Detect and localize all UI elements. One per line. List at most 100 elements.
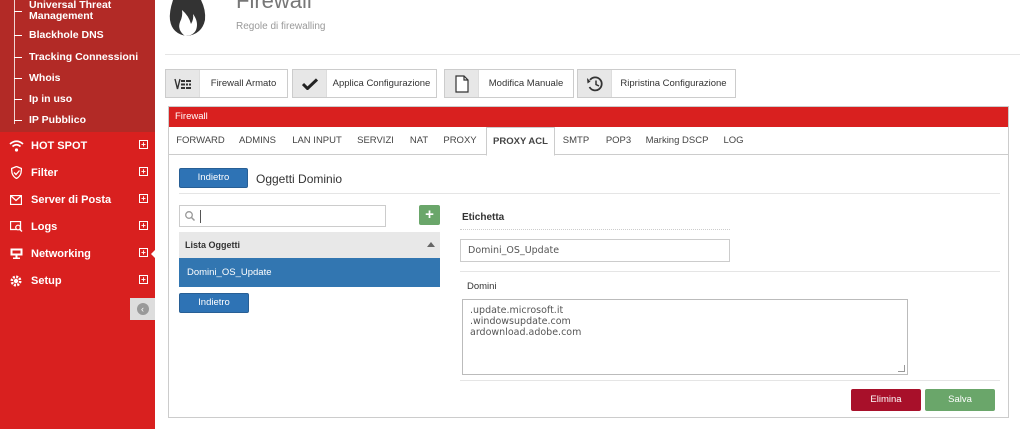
sidebar-collapse-button[interactable]: ‹ xyxy=(130,298,155,320)
save-button[interactable]: Salva xyxy=(925,389,995,411)
expand-icon[interactable]: + xyxy=(139,140,148,149)
wifi-icon xyxy=(8,139,24,153)
tab-smtp[interactable]: SMTP xyxy=(560,127,592,155)
sidebar-item-setup[interactable]: Setup + xyxy=(0,267,155,294)
chevron-left-icon: ‹ xyxy=(136,303,149,315)
mail-icon xyxy=(8,193,24,207)
domini-label: Domini xyxy=(467,281,497,292)
sidebar-item-server-di-posta[interactable]: Server di Posta + xyxy=(0,186,155,213)
section-divider xyxy=(179,193,1000,194)
form-divider xyxy=(460,380,1000,381)
sidebar-item-label: HOT SPOT xyxy=(31,139,88,152)
back-button[interactable]: Indietro xyxy=(179,168,248,188)
check-icon xyxy=(293,70,327,97)
expand-icon[interactable]: + xyxy=(139,194,148,203)
tree-dash-icon xyxy=(14,78,22,79)
domain-line: .windowsupdate.com xyxy=(470,316,571,327)
toolbar-button-label: Ripristina Configurazione xyxy=(620,78,727,89)
applica-configurazione-button[interactable]: Applica Configurazione xyxy=(292,69,437,98)
sidebar: Universal Threat Management Blackhole DN… xyxy=(0,0,156,429)
label-divider xyxy=(460,229,730,230)
toolbar-button-label: Firewall Armato xyxy=(210,78,277,89)
ripristina-configurazione-button[interactable]: Ripristina Configurazione xyxy=(577,69,736,98)
flame-icon xyxy=(165,0,210,40)
list-header-label: Lista Oggetti xyxy=(185,240,241,250)
sidebar-item-label: Filter xyxy=(31,166,58,179)
tree-dash-icon xyxy=(14,99,22,100)
tab-pop3[interactable]: POP3 xyxy=(602,127,635,155)
back-button-bottom[interactable]: Indietro xyxy=(179,293,249,313)
sidebar-item-hotspot[interactable]: HOT SPOT + xyxy=(0,132,155,159)
add-object-button[interactable]: + xyxy=(419,205,440,225)
sidebar-subitem-blackhole-dns[interactable]: Blackhole DNS xyxy=(0,25,155,46)
domain-line: ardownload.adobe.com xyxy=(470,327,582,338)
search-input[interactable] xyxy=(179,205,386,227)
tab-marking-dscp[interactable]: Marking DSCP xyxy=(643,127,711,155)
form-divider xyxy=(460,271,1000,272)
delete-button[interactable]: Elimina xyxy=(851,389,921,411)
tab-proxy-acl[interactable]: PROXY ACL xyxy=(486,127,555,156)
firewall-armed-icon xyxy=(166,70,200,97)
tab-nat[interactable]: NAT xyxy=(405,127,433,155)
tree-dash-icon xyxy=(14,35,22,36)
etichetta-label: Etichetta xyxy=(462,212,505,223)
tab-log[interactable]: LOG xyxy=(720,127,747,155)
domini-textarea[interactable]: .update.microsoft.it .windowsupdate.com … xyxy=(462,299,908,375)
shield-icon xyxy=(8,166,24,180)
sidebar-subitem-label: Blackhole DNS xyxy=(29,29,104,41)
resize-handle-icon[interactable] xyxy=(898,365,905,372)
tab-admins[interactable]: ADMINS xyxy=(235,127,280,155)
sidebar-subitem-tracking-connessioni[interactable]: Tracking Connessioni xyxy=(0,47,155,68)
sidebar-subitem-ip-pubblico[interactable]: IP Pubblico xyxy=(0,110,155,131)
page-title: Firewall xyxy=(236,0,312,13)
panel-title: Firewall xyxy=(169,107,1008,127)
sidebar-subitem-utm[interactable]: Universal Threat Management xyxy=(0,0,155,23)
sidebar-subnav: Universal Threat Management Blackhole DN… xyxy=(0,0,155,132)
tab-servizi[interactable]: SERVIZI xyxy=(353,127,398,155)
list-item[interactable]: Domini_OS_Update xyxy=(179,258,440,287)
list-header[interactable]: Lista Oggetti xyxy=(179,232,440,258)
tab-lan-input[interactable]: LAN INPUT xyxy=(288,127,346,155)
sidebar-subitem-label: Whois xyxy=(29,72,61,84)
sidebar-subitem-label: Universal Threat Management xyxy=(29,0,112,22)
firewall-panel: Firewall FORWARD ADMINS LAN INPUT SERVIZ… xyxy=(168,106,1009,418)
sidebar-subitem-label: Ip in uso xyxy=(29,93,73,105)
modifica-manuale-button[interactable]: Modifica Manuale xyxy=(444,69,574,98)
toolbar-button-label: Applica Configurazione xyxy=(332,78,431,89)
expand-icon[interactable]: + xyxy=(139,275,148,284)
sidebar-subitem-whois[interactable]: Whois xyxy=(0,68,155,89)
etichetta-field[interactable]: Domini_OS_Update xyxy=(460,239,730,262)
page-subtitle: Regole di firewalling xyxy=(236,21,326,32)
domain-line: .update.microsoft.it xyxy=(470,305,564,316)
tab-proxy[interactable]: PROXY xyxy=(440,127,480,155)
toolbar-button-label: Modifica Manuale xyxy=(488,78,564,89)
section-title: Oggetti Dominio xyxy=(256,172,343,186)
active-caret-icon xyxy=(151,249,156,259)
sidebar-item-logs[interactable]: Logs + xyxy=(0,213,155,240)
sidebar-subitem-label: IP Pubblico xyxy=(29,114,86,126)
sidebar-item-networking[interactable]: Networking + xyxy=(0,240,155,267)
tree-dash-icon xyxy=(14,120,22,121)
sidebar-item-label: Server di Posta xyxy=(31,193,112,206)
sidebar-subitem-ip-in-uso[interactable]: Ip in uso xyxy=(0,89,155,110)
tree-dash-icon xyxy=(14,10,22,12)
search-icon xyxy=(184,210,196,222)
header-divider xyxy=(165,54,1020,55)
restore-icon xyxy=(578,70,612,97)
network-icon xyxy=(8,247,24,261)
sort-up-icon[interactable] xyxy=(427,242,435,247)
expand-icon[interactable]: + xyxy=(139,221,148,230)
text-cursor xyxy=(200,210,201,223)
search-doc-icon xyxy=(8,220,24,234)
sidebar-subitem-label: Tracking Connessioni xyxy=(29,51,139,63)
firewall-armato-button[interactable]: Firewall Armato xyxy=(165,69,288,98)
tab-forward[interactable]: FORWARD xyxy=(173,127,228,155)
expand-icon[interactable]: + xyxy=(139,167,148,176)
expand-icon[interactable]: + xyxy=(139,248,148,257)
sidebar-item-label: Networking xyxy=(31,247,91,260)
document-icon xyxy=(445,70,479,97)
tree-dash-icon xyxy=(14,57,22,58)
tab-bar: FORWARD ADMINS LAN INPUT SERVIZI NAT PRO… xyxy=(169,127,1008,156)
sidebar-item-label: Setup xyxy=(31,274,62,287)
sidebar-item-filter[interactable]: Filter + xyxy=(0,159,155,186)
